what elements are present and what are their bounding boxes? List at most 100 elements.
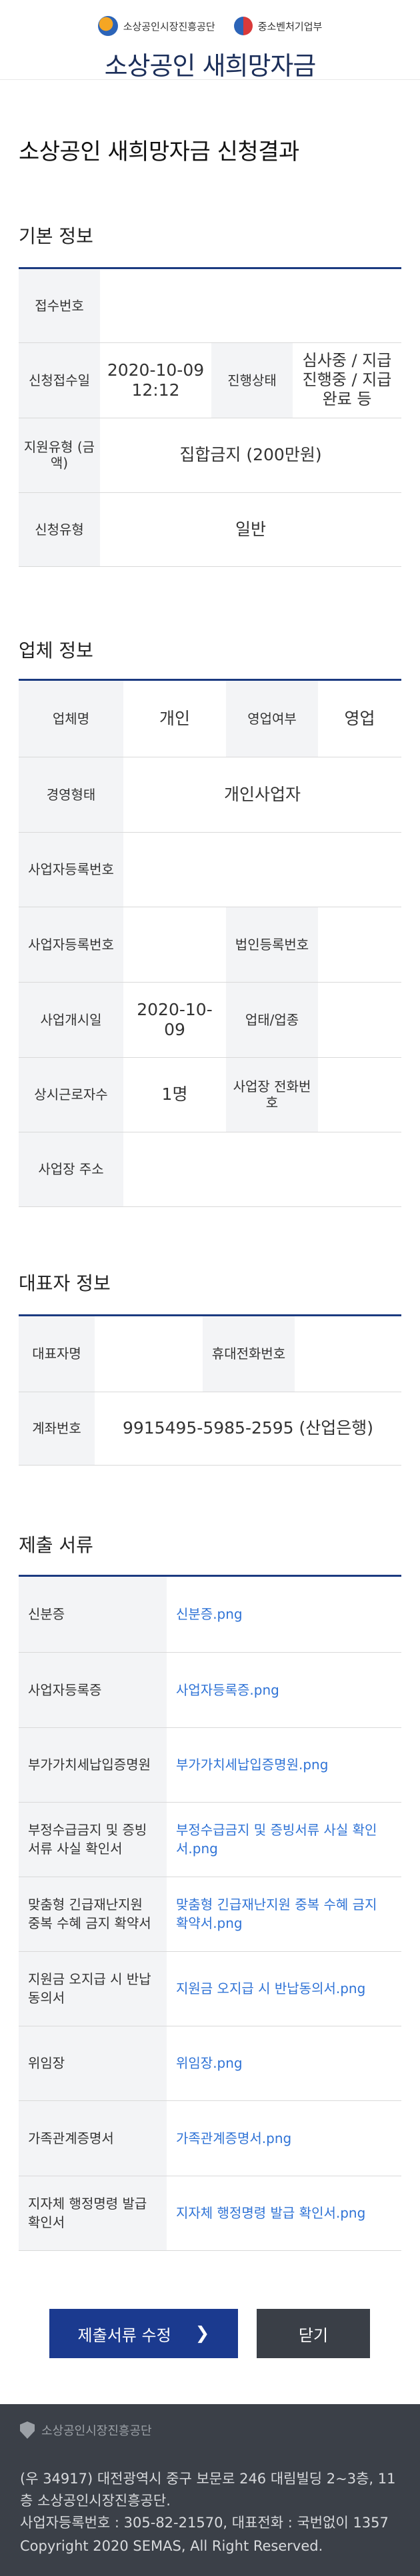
docs-table: 신분증 신분증.png 사업자등록증 사업자등록증.png 부가가치세납입증명원… (19, 1577, 401, 2251)
table-row: 사업개시일 2020-10-09 업태/업종 (19, 982, 401, 1058)
close-button[interactable]: 닫기 (257, 2309, 370, 2358)
footer-logo: 소상공인시장진흥공단 (20, 2421, 400, 2439)
operation-value: 영업 (318, 681, 401, 757)
status-value: 심사중 / 지급 진행중 / 지급완료 등 (293, 342, 401, 418)
semas-logo-icon (97, 16, 118, 36)
edit-docs-button-label: 제출서류 수정 (77, 2326, 171, 2345)
doc-file-link[interactable]: 지자체 행정명령 발급 확인서.png (167, 2176, 401, 2251)
open-date-label: 사업개시일 (19, 982, 123, 1058)
table-row: 업체명 개인 영업여부 영업 (19, 681, 401, 757)
doc-label: 신분증 (19, 1577, 167, 1653)
mss-logo-icon (233, 17, 253, 35)
receipt-no-label: 접수번호 (19, 269, 100, 343)
table-row: 상시근로자수 1명 사업장 전화번호 (19, 1057, 401, 1132)
open-date-value: 2020-10-09 (123, 982, 226, 1058)
company-type-value: 개인 (123, 681, 226, 757)
apply-date-label: 신청접수일 (19, 342, 100, 418)
management-form-label: 경영형태 (19, 757, 123, 833)
table-row: 사업자등록증 사업자등록증.png (19, 1652, 401, 1728)
table-row: 대표자명 휴대전화번호 (19, 1316, 401, 1392)
table-row: 경영형태 개인사업자 (19, 757, 401, 833)
close-button-label: 닫기 (298, 2326, 329, 2345)
business-info-table: 업체명 개인 영업여부 영업 경영형태 개인사업자 사업자등록번호 사업자등록번… (19, 681, 401, 1207)
account-value: 9915495-5985-2595 (산업은행) (95, 1392, 401, 1466)
doc-label: 부가가치세납입증명원 (19, 1727, 167, 1803)
support-type-label: 지원유형 (금액) (19, 418, 100, 493)
doc-label: 사업자등록증 (19, 1652, 167, 1728)
corpno-label: 법인등록번호 (226, 907, 318, 983)
table-row: 신분증 신분증.png (19, 1577, 401, 1653)
org-logos: 소상공인시장진흥공단 중소벤처기업부 (0, 16, 420, 36)
bizno-label: 사업자등록번호 (19, 832, 123, 907)
employees-value: 1명 (123, 1057, 226, 1132)
rep-name-label: 대표자명 (19, 1316, 95, 1392)
doc-label: 위임장 (19, 2026, 167, 2101)
docs-title: 제출 서류 (19, 1534, 93, 1556)
table-row: 신청접수일 2020-10-09 12:12 진행상태 심사중 / 지급 진행중… (19, 342, 401, 418)
doc-label: 부정수급금지 및 증빙서류 사실 확인서 (19, 1802, 167, 1877)
bizno2-value (123, 907, 226, 983)
receipt-no-value (100, 269, 401, 343)
site-header: 소상공인시장진흥공단 중소벤처기업부 소상공인 새희망자금 (0, 0, 420, 81)
status-label: 진행상태 (211, 342, 293, 418)
table-row: 계좌번호 9915495-5985-2595 (산업은행) (19, 1392, 401, 1466)
footer-bizinfo: 사업자등록번호 : 305-82-21570, 대표전화 : 국번없이 1357 (20, 2515, 389, 2531)
table-row: 사업자등록번호 법인등록번호 (19, 907, 401, 983)
table-row: 부정수급금지 및 증빙서류 사실 확인서 부정수급금지 및 증빙서류 사실 확인… (19, 1802, 401, 1877)
rep-name-value (95, 1316, 203, 1392)
bizno2-label: 사업자등록번호 (19, 907, 123, 983)
rep-info-table: 대표자명 휴대전화번호 계좌번호 9915495-5985-2595 (산업은행… (19, 1316, 401, 1466)
phone-label: 사업장 전화번호 (226, 1057, 318, 1132)
footer-org: 소상공인시장진흥공단 (41, 2424, 152, 2438)
mss-logo: 중소벤처기업부 (233, 17, 322, 35)
doc-file-link[interactable]: 위임장.png (167, 2026, 401, 2101)
apply-type-value: 일반 (100, 492, 401, 567)
doc-label: 맞춤형 긴급재난지원 중복 수혜 금지 확약서 (19, 1877, 167, 1952)
doc-file-link[interactable]: 부정수급금지 및 증빙서류 사실 확인서.png (167, 1802, 401, 1877)
table-row: 위임장 위임장.png (19, 2026, 401, 2101)
doc-file-link[interactable]: 신분증.png (167, 1577, 401, 1653)
table-row: 사업장 주소 (19, 1132, 401, 1207)
table-row: 지원금 오지급 시 반납동의서 지원금 오지급 시 반납동의서.png (19, 1951, 401, 2026)
table-row: 지원유형 (금액) 집합금지 (200만원) (19, 418, 401, 493)
edit-docs-button[interactable]: 제출서류 수정 ❯ (49, 2309, 238, 2358)
bizno-value (123, 832, 401, 907)
shield-icon (20, 2421, 35, 2439)
business-info-title: 업체 정보 (19, 640, 93, 661)
mobile-value (295, 1316, 401, 1392)
semas-logo-text: 소상공인시장진흥공단 (123, 20, 215, 33)
footer-copyright: Copyright 2020 SEMAS, All Right Reserved… (20, 2538, 323, 2554)
table-row: 접수번호 (19, 269, 401, 343)
doc-file-link[interactable]: 부가가치세납입증명원.png (167, 1727, 401, 1803)
industry-label: 업태/업종 (226, 982, 318, 1058)
employees-label: 상시근로자수 (19, 1057, 123, 1132)
company-type-label: 업체명 (19, 681, 123, 757)
footer-address-line: (우 34917) 대전광역시 중구 보문로 246 대림빌딩 2~3층, 11… (20, 2471, 396, 2509)
doc-file-link[interactable]: 가족관계증명서.png (167, 2100, 401, 2176)
semas-logo: 소상공인시장진흥공단 (97, 16, 215, 36)
mobile-label: 휴대전화번호 (203, 1316, 295, 1392)
apply-date-value: 2020-10-09 12:12 (100, 342, 211, 418)
table-row: 맞춤형 긴급재난지원 중복 수혜 금지 확약서 맞춤형 긴급재난지원 중복 수혜… (19, 1877, 401, 1952)
management-form-value: 개인사업자 (123, 757, 401, 833)
doc-file-link[interactable]: 사업자등록증.png (167, 1652, 401, 1728)
phone-value (318, 1057, 401, 1132)
doc-file-link[interactable]: 지원금 오지급 시 반납동의서.png (167, 1951, 401, 2026)
table-row: 사업자등록번호 (19, 832, 401, 907)
apply-type-label: 신청유형 (19, 492, 100, 567)
app-title: 소상공인 새희망자금 (104, 51, 317, 81)
support-type-value: 집합금지 (200만원) (100, 418, 401, 493)
basic-info-table: 접수번호 신청접수일 2020-10-09 12:12 진행상태 심사중 / 지… (19, 269, 401, 567)
doc-label: 지원금 오지급 시 반납동의서 (19, 1951, 167, 2026)
account-label: 계좌번호 (19, 1392, 95, 1466)
footer-address: (우 34917) 대전광역시 중구 보문로 246 대림빌딩 2~3층, 11… (20, 2468, 400, 2534)
operation-label: 영업여부 (226, 681, 318, 757)
doc-label: 지자체 행정명령 발급 확인서 (19, 2176, 167, 2251)
address-label: 사업장 주소 (19, 1132, 123, 1207)
table-row: 가족관계증명서 가족관계증명서.png (19, 2100, 401, 2176)
doc-label: 가족관계증명서 (19, 2100, 167, 2176)
doc-file-link[interactable]: 맞춤형 긴급재난지원 중복 수혜 금지 확약서.png (167, 1877, 401, 1952)
site-footer: 소상공인시장진흥공단 (우 34917) 대전광역시 중구 보문로 246 대림… (0, 2404, 420, 2576)
corpno-value (318, 907, 401, 983)
table-row: 지자체 행정명령 발급 확인서 지자체 행정명령 발급 확인서.png (19, 2176, 401, 2251)
